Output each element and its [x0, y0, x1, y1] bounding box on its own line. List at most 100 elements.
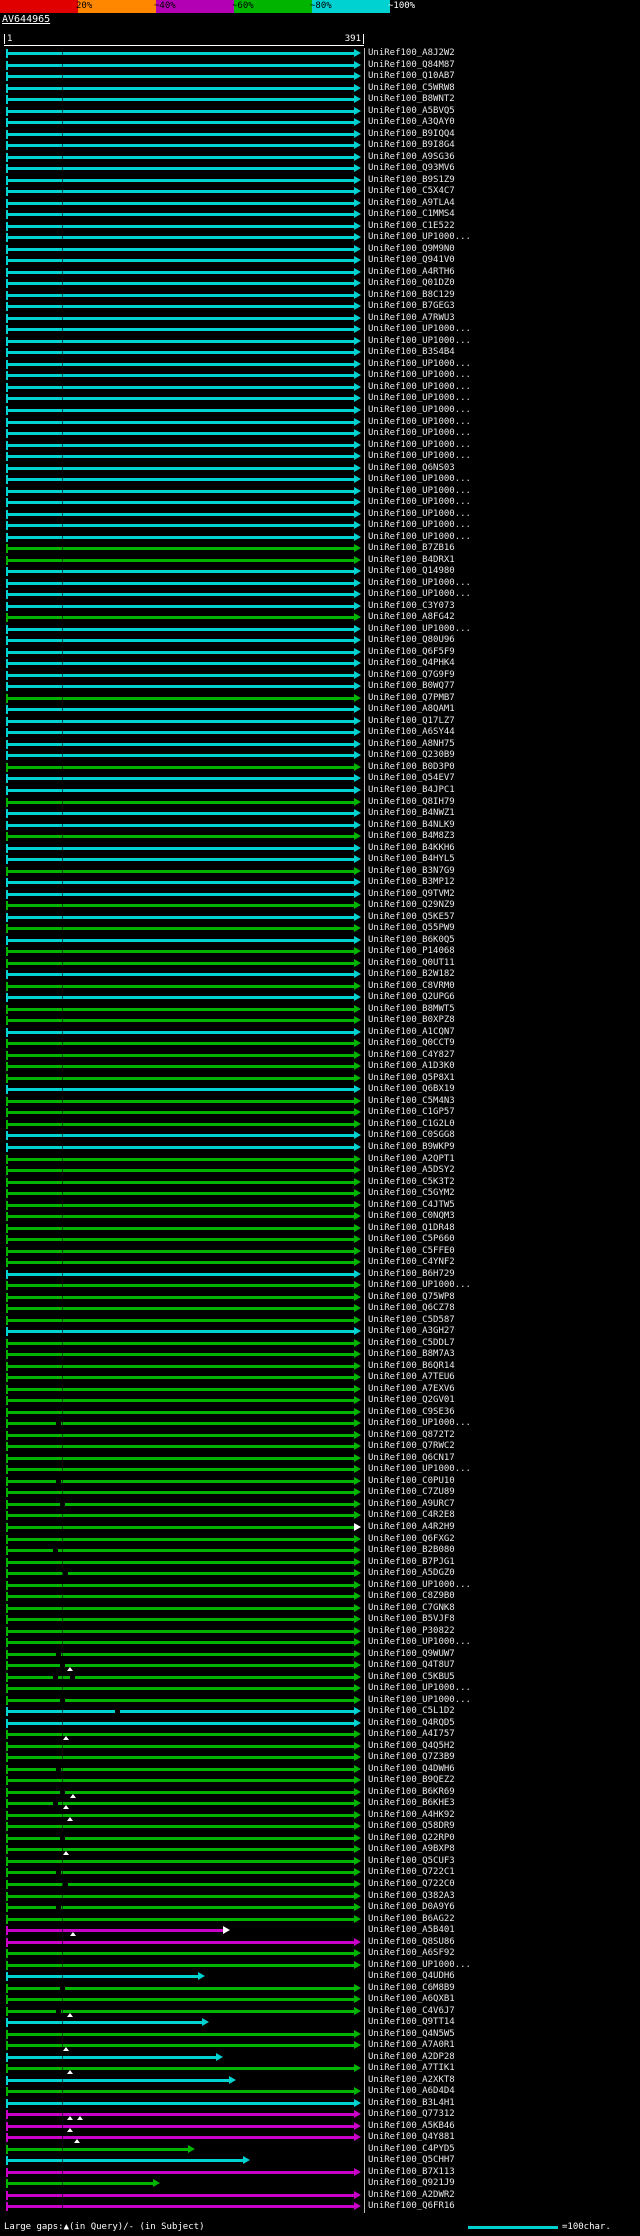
hit-label[interactable]: UniRef100_Q5CUF3	[364, 1855, 455, 1868]
hit-label[interactable]: UniRef100_UP1000...	[364, 232, 471, 244]
hit-label[interactable]: UniRef100_B4DRX1	[364, 554, 455, 567]
hit-label[interactable]: UniRef100_Q7RWC2	[364, 1441, 455, 1453]
hit-label[interactable]: UniRef100_A4RTH6	[364, 266, 455, 279]
hit-label[interactable]: UniRef100_UP1000...	[364, 1637, 471, 1649]
hit-bar[interactable]	[0, 866, 364, 878]
hit-label[interactable]: UniRef100_Q6FR16	[364, 2201, 455, 2213]
hit-bar[interactable]	[0, 1453, 364, 1465]
hit-bar[interactable]	[0, 1994, 364, 2006]
hit-bar[interactable]	[0, 1856, 364, 1868]
hit-bar[interactable]	[0, 370, 364, 382]
hit-label[interactable]: UniRef100_Q54EV7	[364, 773, 455, 785]
hit-bar[interactable]	[0, 831, 364, 843]
hit-bar[interactable]	[0, 417, 364, 429]
hit-bar[interactable]	[0, 1050, 364, 1062]
hit-label[interactable]: UniRef100_UP1000...	[364, 623, 471, 636]
hit-bar[interactable]	[0, 1004, 364, 1016]
hit-label[interactable]: UniRef100_Q4DWH6	[364, 1763, 455, 1776]
hit-label[interactable]: UniRef100_Q14980	[364, 566, 455, 578]
hit-bar[interactable]	[0, 2109, 364, 2121]
hit-label[interactable]: UniRef100_C5DDL7	[364, 1337, 455, 1350]
hit-label[interactable]: UniRef100_A3GH27	[364, 1326, 455, 1338]
hit-bar[interactable]	[0, 773, 364, 785]
hit-label[interactable]: UniRef100_A8FG42	[364, 612, 455, 624]
hit-bar[interactable]	[0, 1787, 364, 1799]
hit-bar[interactable]	[0, 1810, 364, 1822]
hit-bar[interactable]	[0, 1775, 364, 1787]
hit-label[interactable]: UniRef100_C0NQM3	[364, 1211, 455, 1223]
hit-bar[interactable]	[0, 1107, 364, 1119]
hit-label[interactable]: UniRef100_UP1000...	[364, 520, 471, 532]
hit-bar[interactable]	[0, 1303, 364, 1315]
hit-label[interactable]: UniRef100_A3QAY0	[364, 117, 455, 129]
hit-label[interactable]: UniRef100_UP1000...	[364, 589, 471, 601]
hit-label[interactable]: UniRef100_B8C129	[364, 289, 455, 302]
hit-bar[interactable]	[0, 2167, 364, 2179]
hit-bar[interactable]	[0, 1902, 364, 1914]
hit-label[interactable]: UniRef100_B9S1Z9	[364, 174, 455, 187]
hit-bar[interactable]	[0, 969, 364, 981]
hit-label[interactable]: UniRef100_A2DWR2	[364, 2189, 455, 2202]
hit-bar[interactable]	[0, 1729, 364, 1741]
hit-bar[interactable]	[0, 1948, 364, 1960]
hit-label[interactable]: UniRef100_C5K3T2	[364, 1176, 455, 1189]
hit-bar[interactable]	[0, 1177, 364, 1189]
hit-bar[interactable]	[0, 612, 364, 624]
hit-bar[interactable]	[0, 440, 364, 452]
hit-label[interactable]: UniRef100_A2DP28	[364, 2051, 455, 2064]
hit-label[interactable]: UniRef100_B4HYL5	[364, 854, 455, 866]
hit-bar[interactable]	[0, 923, 364, 935]
hit-label[interactable]: UniRef100_Q8IH79	[364, 796, 455, 809]
hit-bar[interactable]	[0, 693, 364, 705]
hit-bar[interactable]	[0, 1315, 364, 1327]
hit-bar[interactable]	[0, 1545, 364, 1557]
hit-label[interactable]: UniRef100_Q7Z3B9	[364, 1752, 455, 1764]
hit-bar[interactable]	[0, 1649, 364, 1661]
hit-label[interactable]: UniRef100_UP1000...	[364, 393, 471, 405]
hit-bar[interactable]	[0, 2017, 364, 2029]
hit-label[interactable]: UniRef100_Q872T2	[364, 1429, 455, 1442]
hit-bar[interactable]	[0, 290, 364, 302]
hit-label[interactable]: UniRef100_C5D587	[364, 1314, 455, 1327]
hit-bar[interactable]	[0, 313, 364, 325]
hit-label[interactable]: UniRef100_A5DGZ0	[364, 1568, 455, 1580]
hit-label[interactable]: UniRef100_B3L4H1	[364, 2097, 455, 2110]
hit-bar[interactable]	[0, 658, 364, 670]
hit-label[interactable]: UniRef100_Q10AB7	[364, 71, 455, 83]
hit-label[interactable]: UniRef100_Q9TVM2	[364, 888, 455, 901]
hit-bar[interactable]	[0, 405, 364, 417]
hit-bar[interactable]	[0, 555, 364, 567]
hit-bar[interactable]	[0, 1821, 364, 1833]
hit-label[interactable]: UniRef100_B2W182	[364, 969, 455, 981]
hit-bar[interactable]	[0, 900, 364, 912]
hit-label[interactable]: UniRef100_A1CQN7	[364, 1026, 455, 1039]
hit-bar[interactable]	[0, 486, 364, 498]
hit-bar[interactable]	[0, 1718, 364, 1730]
hit-label[interactable]: UniRef100_Q230B9	[364, 750, 455, 762]
hit-label[interactable]: UniRef100_Q9WUW7	[364, 1648, 455, 1661]
hit-bar[interactable]	[0, 1119, 364, 1131]
hit-bar[interactable]	[0, 797, 364, 809]
hit-label[interactable]: UniRef100_B9QEZ2	[364, 1775, 455, 1787]
hit-label[interactable]: UniRef100_A5B401	[364, 1925, 455, 1937]
hit-label[interactable]: UniRef100_Q8SU86	[364, 1936, 455, 1949]
hit-bar[interactable]	[0, 60, 364, 72]
hit-bar[interactable]	[0, 497, 364, 509]
hit-bar[interactable]	[0, 1752, 364, 1764]
hit-bar[interactable]	[0, 129, 364, 141]
hit-label[interactable]: UniRef100_Q01DZ0	[364, 278, 455, 290]
hit-label[interactable]: UniRef100_B9IQQ4	[364, 128, 455, 141]
hit-bar[interactable]	[0, 1614, 364, 1626]
hit-bar[interactable]	[0, 1188, 364, 1200]
hit-label[interactable]: UniRef100_UP1000...	[364, 335, 471, 348]
hit-bar[interactable]	[0, 382, 364, 394]
hit-bar[interactable]	[0, 163, 364, 175]
hit-bar[interactable]	[0, 2052, 364, 2064]
hit-bar[interactable]	[0, 509, 364, 521]
hit-bar[interactable]	[0, 301, 364, 313]
hit-bar[interactable]	[0, 1591, 364, 1603]
hit-bar[interactable]	[0, 532, 364, 544]
hit-label[interactable]: UniRef100_Q17LZ7	[364, 715, 455, 728]
hit-bar[interactable]	[0, 1061, 364, 1073]
hit-label[interactable]: UniRef100_B3MP12	[364, 877, 455, 889]
